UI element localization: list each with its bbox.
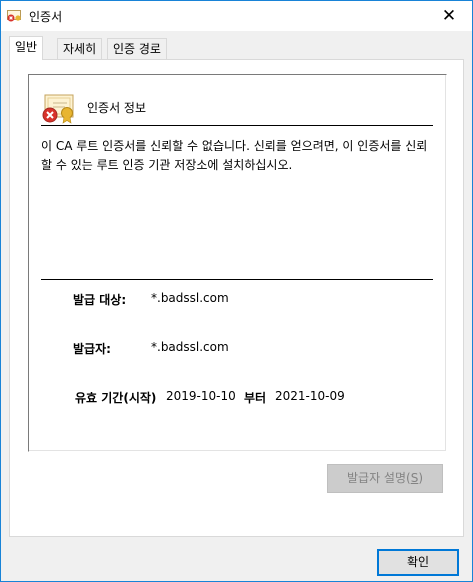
- ok-label: 확인: [406, 555, 430, 569]
- tab-general[interactable]: 일반: [9, 36, 44, 60]
- issued-by-value: *.badssl.com: [151, 340, 229, 354]
- issuer-statement-suffix: ): [418, 471, 423, 485]
- certificate-info-box: 인증서 정보 이 CA 루트 인증서를 신뢰할 수 없습니다. 신뢰를 얻으려면…: [28, 74, 447, 452]
- header-divider: [41, 125, 433, 126]
- issued-by-label: 발급자:: [73, 342, 111, 356]
- untrusted-certificate-icon: [41, 91, 77, 125]
- details-divider: [41, 279, 433, 280]
- tab-details[interactable]: 자세히: [57, 38, 103, 59]
- ok-button[interactable]: 확인: [377, 549, 459, 576]
- valid-from-value: 2019-10-10: [166, 389, 236, 403]
- validity-label: 유효 기간(시작): [75, 391, 157, 405]
- close-button[interactable]: ✕: [426, 1, 472, 31]
- issued-to-value: *.badssl.com: [151, 291, 229, 305]
- certificate-dialog: 인증서 ✕ 일반 자세히 인증 경로 인증서 정보 이 CA 루트 인증서를 신…: [0, 0, 473, 582]
- issuer-statement-button[interactable]: 발급자 설명(S): [327, 464, 443, 493]
- issued-to-label: 발급 대상:: [73, 293, 127, 307]
- title-bar: 인증서 ✕: [1, 1, 472, 31]
- close-icon: ✕: [441, 6, 457, 26]
- tab-certification-path[interactable]: 인증 경로: [107, 38, 167, 59]
- certificate-icon: [7, 9, 23, 23]
- trust-warning-text: 이 CA 루트 인증서를 신뢰할 수 없습니다. 신뢰를 얻으려면, 이 인증서…: [41, 139, 428, 172]
- issuer-statement-label: 발급자 설명(: [346, 471, 411, 485]
- valid-to-label: 부터: [244, 391, 267, 405]
- window-title: 인증서: [29, 10, 63, 24]
- valid-to-value: 2021-10-09: [275, 389, 345, 403]
- certificate-info-heading: 인증서 정보: [87, 101, 147, 115]
